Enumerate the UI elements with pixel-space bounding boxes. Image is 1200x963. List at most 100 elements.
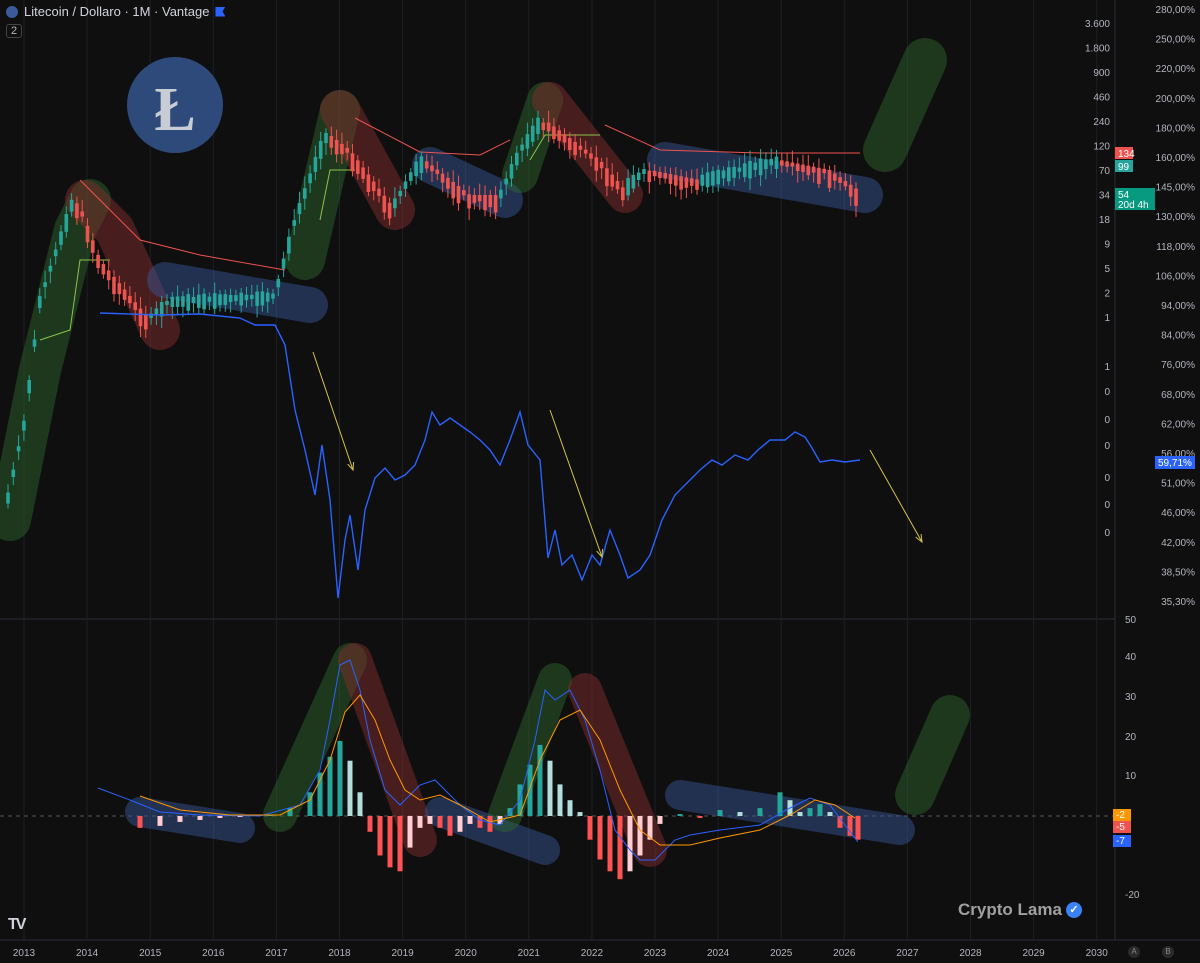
log-scale-button[interactable]: B [1162, 946, 1174, 958]
candle [207, 296, 212, 302]
candle [340, 143, 344, 155]
candle [244, 294, 249, 301]
candle [329, 135, 334, 148]
price-tick-label: 1 [1104, 362, 1110, 373]
candle [546, 122, 551, 132]
percent-tick-label: 76,00% [1161, 360, 1195, 371]
x-tick-label: 2025 [770, 948, 793, 959]
candle [393, 198, 397, 209]
candle [780, 160, 784, 166]
candle [525, 134, 530, 149]
percent-tick-label: 51,00% [1161, 479, 1195, 490]
histogram-bar [637, 816, 643, 856]
histogram-bar [397, 816, 403, 872]
osc-tick-label: 20 [1125, 732, 1137, 743]
x-tick-label: 2029 [1022, 948, 1045, 959]
candle [631, 174, 636, 189]
candle [822, 168, 826, 174]
indicator-count: 2 [11, 25, 18, 37]
percent-tick-label: 46,00% [1161, 508, 1195, 519]
x-tick-label: 2020 [455, 948, 478, 959]
watermark-text: Crypto Lama [958, 900, 1062, 919]
candle [504, 178, 508, 185]
x-tick-label: 2023 [644, 948, 667, 959]
tradingview-logo[interactable]: TV [8, 916, 27, 934]
histogram-bar [327, 756, 333, 816]
histogram-bar [357, 792, 363, 816]
candle [345, 147, 349, 153]
candle [753, 162, 758, 170]
candle [695, 179, 699, 190]
histogram-bar [697, 816, 703, 818]
candle [689, 178, 694, 186]
x-tick-label: 2027 [896, 948, 919, 959]
price-tick-label: 0 [1104, 441, 1110, 452]
candle [398, 190, 402, 197]
chart-canvas[interactable]: 2013 2014 2015 2016 2017 2018 2019 2020 2021 2022… [0, 0, 1200, 963]
percent-tick-label: 42,00% [1161, 538, 1195, 549]
candle [806, 165, 811, 176]
candle [260, 291, 265, 306]
histogram-bar [627, 816, 633, 872]
candle [663, 173, 667, 179]
candle [324, 132, 328, 144]
candle [838, 177, 842, 183]
candle [742, 163, 747, 178]
price-tick-label: 0 [1104, 473, 1110, 484]
candle [440, 173, 445, 183]
percent-tick-label: 106,00% [1156, 271, 1196, 282]
histogram-bar [157, 816, 163, 826]
flag-icon[interactable] [215, 6, 226, 17]
osc-tick-label: 30 [1125, 692, 1137, 703]
candle [769, 158, 773, 166]
percent-tick-label: 145,00% [1156, 183, 1196, 194]
candle [499, 189, 503, 199]
auto-scale-button[interactable]: A [1128, 946, 1140, 958]
percent-tick-label: 200,00% [1156, 94, 1196, 105]
x-tick-label: 2018 [328, 948, 351, 959]
chart-title: Litecoin / Dollaro · 1M · Vantage [24, 4, 210, 19]
percent-tick-label: 62,00% [1161, 419, 1195, 430]
candle [552, 126, 556, 140]
histogram-bar [387, 816, 393, 868]
indicator-toggle[interactable]: 2 [6, 24, 23, 38]
price-tick-label: 240 [1093, 117, 1110, 128]
candle [536, 117, 540, 135]
candle [59, 231, 63, 245]
candle [488, 195, 493, 208]
candle [652, 170, 657, 177]
candle [53, 249, 58, 257]
candle [403, 181, 408, 189]
candle [64, 214, 69, 232]
price-tick-label: 1 [1104, 313, 1110, 324]
x-tick-label: 2026 [833, 948, 856, 959]
price-label-text: 99 [1118, 162, 1130, 173]
histogram-bar [527, 764, 533, 816]
candle [106, 270, 111, 281]
candle [191, 297, 196, 304]
x-tick-label: 2022 [581, 948, 604, 959]
candle [573, 141, 577, 156]
candle [43, 282, 47, 287]
candle [6, 492, 10, 504]
price-tick-label: 5 [1104, 264, 1110, 275]
candle [387, 202, 392, 219]
candle [165, 300, 169, 306]
percent-tick-label: 130,00% [1156, 212, 1196, 223]
candle [674, 175, 678, 186]
candle [382, 195, 387, 213]
percent-tick-label: 84,00% [1161, 331, 1195, 342]
candle [626, 178, 630, 196]
candle [419, 156, 424, 173]
candle [356, 160, 360, 174]
price-tick-label: 9 [1104, 240, 1110, 251]
candle [297, 203, 302, 215]
price-tick-label: 34 [1099, 191, 1111, 202]
candle [705, 172, 710, 188]
candle [202, 293, 206, 310]
candle [276, 279, 281, 288]
candle [122, 289, 127, 300]
candle [509, 164, 514, 179]
candle [101, 264, 106, 275]
percent-tick-label: 160,00% [1156, 153, 1196, 164]
